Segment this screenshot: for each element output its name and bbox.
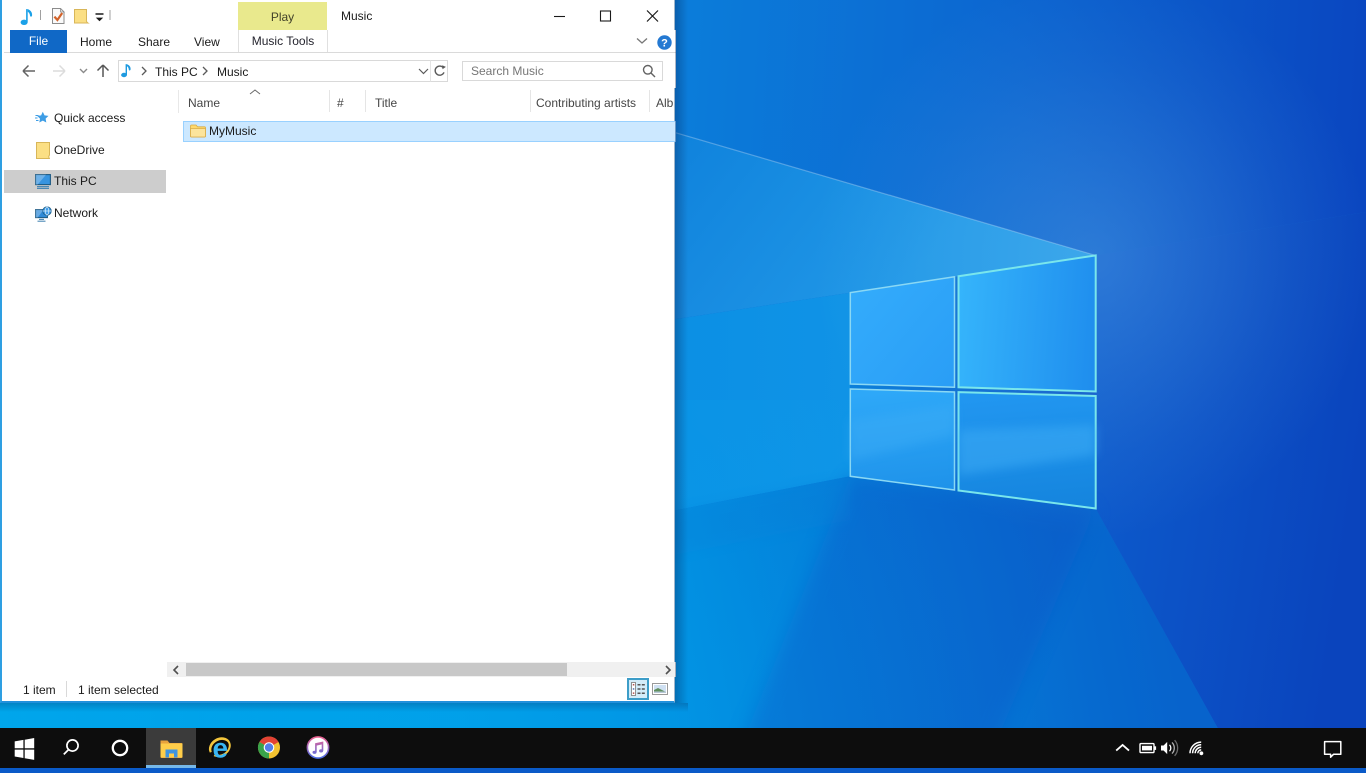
svg-text:e: e	[213, 733, 229, 764]
svg-text:?: ?	[661, 37, 668, 49]
